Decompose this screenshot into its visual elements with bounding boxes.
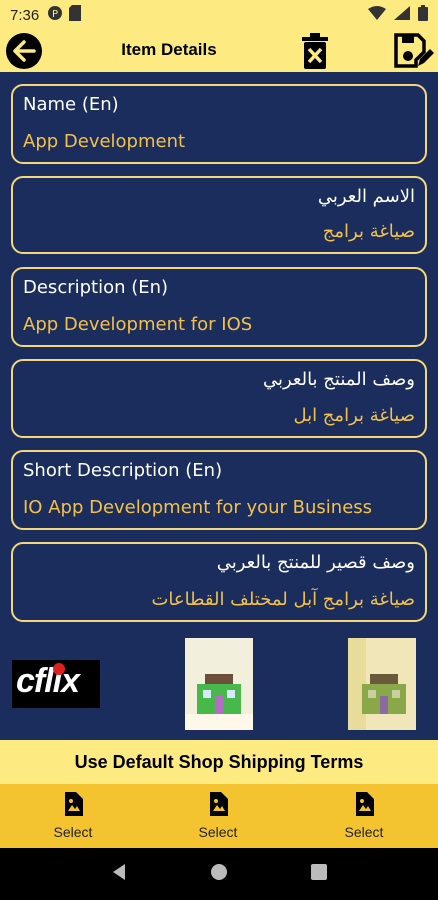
default-shipping-terms-button[interactable]: Use Default Shop Shipping Terms bbox=[0, 740, 438, 784]
nav-home-icon[interactable] bbox=[210, 863, 228, 885]
select-image-3-button[interactable]: Select bbox=[324, 792, 404, 840]
short-ar-value: صياغة برامج آبل لمختلف القطاعات bbox=[151, 589, 415, 610]
save-edit-icon bbox=[394, 33, 434, 68]
short-ar-field[interactable]: وصف قصير للمنتج بالعربي صياغة برامج آبل … bbox=[11, 542, 427, 622]
brand-logo-image[interactable]: cflix bbox=[12, 660, 100, 708]
name-ar-value: صياغة برامج bbox=[322, 221, 415, 242]
nav-recents-icon[interactable] bbox=[310, 864, 327, 884]
shipping-label: Use Default Shop Shipping Terms bbox=[74, 751, 364, 772]
name-en-field[interactable]: Name (En) App Development bbox=[11, 84, 427, 164]
pixel-house-image bbox=[185, 638, 253, 730]
select-label: Select bbox=[198, 824, 238, 840]
logo-text: cflix bbox=[16, 662, 80, 700]
image-select-bar: Select Select Select bbox=[0, 784, 438, 848]
image-file-icon bbox=[356, 792, 374, 816]
product-image-3[interactable] bbox=[348, 638, 416, 730]
logo-dot-icon bbox=[53, 663, 65, 675]
app-notification-icon: P bbox=[47, 5, 63, 25]
image-file-icon bbox=[65, 792, 83, 816]
desc-en-label: Description (En) bbox=[23, 277, 169, 298]
desc-en-field[interactable]: Description (En) App Development for IOS bbox=[11, 267, 427, 347]
desc-ar-value: صياغة برامج ابل bbox=[293, 405, 415, 426]
name-en-value: App Development bbox=[23, 131, 186, 152]
desc-en-value: App Development for IOS bbox=[23, 314, 253, 335]
page-title: Item Details bbox=[121, 40, 217, 59]
save-edit-button[interactable] bbox=[394, 32, 434, 70]
wifi-icon bbox=[368, 6, 386, 24]
delete-button[interactable] bbox=[300, 32, 330, 70]
pixel-house-image-alt bbox=[348, 638, 416, 730]
select-label: Select bbox=[53, 824, 93, 840]
short-en-value: IO App Development for your Business bbox=[23, 497, 373, 518]
sd-card-icon bbox=[69, 5, 82, 25]
product-images-row: cflix bbox=[0, 630, 438, 740]
short-en-label: Short Description (En) bbox=[23, 460, 223, 481]
name-en-label: Name (En) bbox=[23, 94, 119, 115]
select-image-1-button[interactable]: Select bbox=[33, 792, 113, 840]
signal-icon bbox=[394, 6, 410, 24]
trash-icon bbox=[302, 33, 328, 69]
svg-text:P: P bbox=[52, 9, 58, 20]
app-header: Item Details bbox=[0, 30, 438, 72]
status-time: 7:36 bbox=[10, 6, 40, 24]
status-bar: 7:36 P bbox=[0, 0, 438, 30]
battery-icon bbox=[418, 5, 428, 25]
product-image-2[interactable] bbox=[185, 638, 253, 730]
name-ar-label: الاسم العربي bbox=[317, 186, 415, 207]
select-image-2-button[interactable]: Select bbox=[178, 792, 258, 840]
name-ar-field[interactable]: الاسم العربي صياغة برامج bbox=[11, 176, 427, 254]
short-ar-label: وصف قصير للمنتج بالعربي bbox=[216, 552, 415, 573]
select-label: Select bbox=[344, 824, 384, 840]
desc-ar-field[interactable]: وصف المنتج بالعربي صياغة برامج ابل bbox=[11, 359, 427, 438]
short-en-field[interactable]: Short Description (En) IO App Developmen… bbox=[11, 450, 427, 530]
image-file-icon bbox=[210, 792, 228, 816]
desc-ar-label: وصف المنتج بالعربي bbox=[262, 369, 415, 390]
system-navigation-bar bbox=[0, 848, 438, 900]
nav-back-icon[interactable] bbox=[111, 863, 127, 885]
